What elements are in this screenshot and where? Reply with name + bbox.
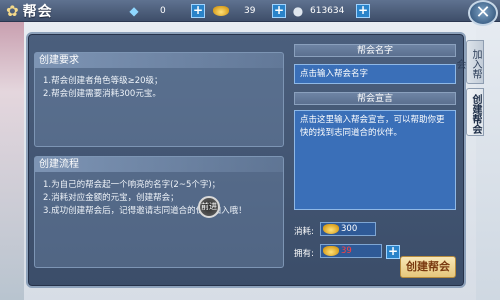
close-icon: ✕ xyxy=(475,2,491,23)
diamond-resource: ◆ xyxy=(126,3,142,19)
cost-field: 300 xyxy=(320,222,376,236)
cost-label: 消耗: xyxy=(294,227,314,237)
owned-field: 39 xyxy=(320,244,382,258)
requirements-title: 创建要求 xyxy=(35,53,283,68)
silver-count: 613634 xyxy=(310,6,345,16)
top-bar: ✿ 帮会 ◆ 0 + 39 + ● 613634 + xyxy=(0,0,500,22)
guild-flower-icon: ✿ xyxy=(6,1,19,20)
process-box: 创建流程 1.为自己的帮会起一个响亮的名字(2~5个字)； 2.消耗对应金额的元… xyxy=(34,156,284,268)
touch-cursor: 前进 xyxy=(198,196,220,218)
cost-value: 300 xyxy=(341,224,358,234)
tab-create-guild[interactable]: 创建帮会 xyxy=(466,88,484,136)
add-silver-button[interactable]: + xyxy=(356,4,370,18)
guild-declaration-input[interactable]: 点击这里输入帮会宣言，可以帮助你更快的找到志同道合的伙伴。 xyxy=(294,110,456,210)
owned-label: 拥有: xyxy=(294,249,314,259)
background-scenery-left xyxy=(0,22,24,300)
requirements-box: 创建要求 1.帮会创建者角色等级≥20级； 2.帮会创建需要消耗300元宝。 xyxy=(34,52,284,147)
diamond-count: 0 xyxy=(160,6,166,16)
gold-count: 39 xyxy=(244,6,256,16)
process-title: 创建流程 xyxy=(35,157,283,172)
silver-resource: ● xyxy=(290,3,306,19)
cursor-label: 前进 xyxy=(201,202,217,211)
add-gold-button[interactable]: + xyxy=(386,245,400,259)
silver-coin-icon: ● xyxy=(292,4,304,18)
add-gold-button[interactable]: + xyxy=(272,4,286,18)
guild-create-panel: 创建要求 1.帮会创建者角色等级≥20级； 2.帮会创建需要消耗300元宝。 创… xyxy=(26,32,466,288)
diamond-icon: ◆ xyxy=(129,4,139,18)
owned-value: 39 xyxy=(341,246,352,256)
requirements-list: 1.帮会创建者角色等级≥20级； 2.帮会创建需要消耗300元宝。 xyxy=(43,75,163,101)
add-diamond-button[interactable]: + xyxy=(191,4,205,18)
requirement-line: 2.帮会创建需要消耗300元宝。 xyxy=(43,89,161,99)
window-title-text: 帮会 xyxy=(22,4,53,20)
tab-join-guild[interactable]: 加入帮会 xyxy=(454,40,484,84)
create-guild-button[interactable]: 创建帮会 xyxy=(400,256,456,278)
guild-name-heading: 帮会名字 xyxy=(294,44,456,57)
gold-ingot-icon xyxy=(213,6,229,16)
guild-declaration-heading: 帮会宣言 xyxy=(294,92,456,105)
process-line: 1.为自己的帮会起一个响亮的名字(2~5个字)； xyxy=(43,180,221,190)
gold-ingot-icon xyxy=(323,246,339,256)
window-title: ✿ 帮会 xyxy=(2,1,88,21)
requirement-line: 1.帮会创建者角色等级≥20级； xyxy=(43,76,163,86)
gold-ingot-icon xyxy=(323,224,339,234)
gold-resource xyxy=(211,3,231,19)
guild-name-input[interactable]: 点击输入帮会名字 xyxy=(294,64,456,84)
close-button[interactable]: ✕ xyxy=(468,0,498,26)
